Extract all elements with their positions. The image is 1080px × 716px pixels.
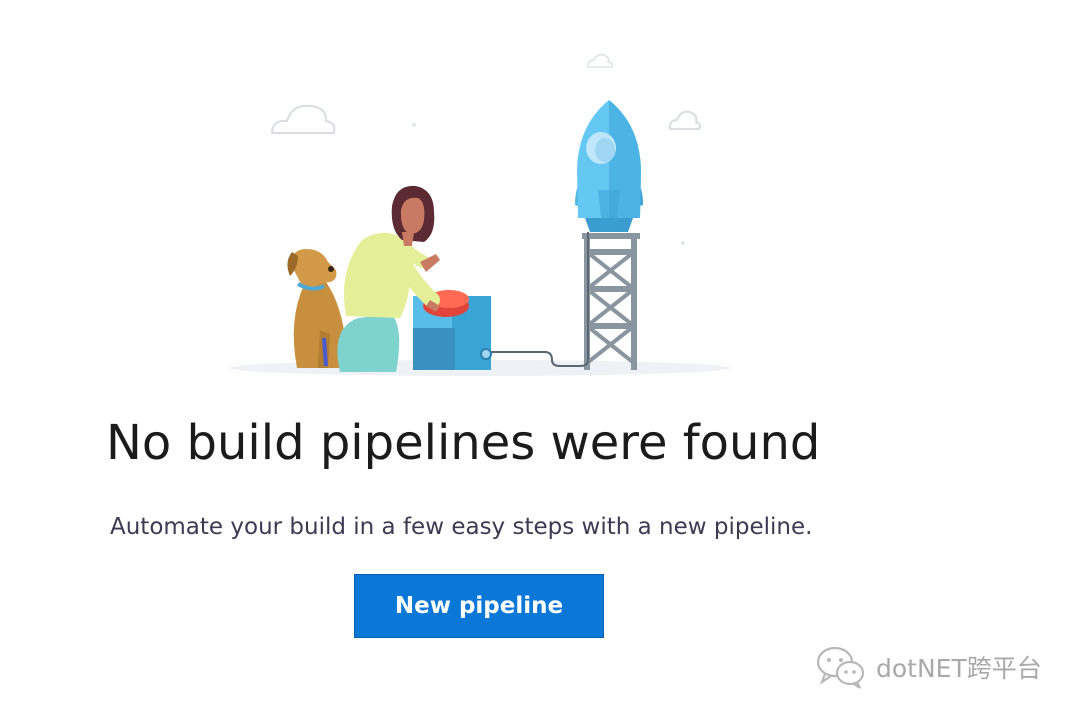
- watermark: dotNET跨平台: [814, 643, 1042, 691]
- cloud-icon: [668, 110, 701, 130]
- rocket-icon: [575, 100, 643, 232]
- empty-state-description: Automate your build in a few easy steps …: [110, 514, 813, 540]
- detonator-cable: [490, 232, 589, 367]
- watermark-text: dotNET跨平台: [876, 654, 1042, 683]
- wechat-icon: [816, 646, 865, 689]
- cloud-icon: [270, 104, 336, 134]
- rocket-launch-illustration: [230, 53, 730, 376]
- cloud-icon: [587, 53, 614, 68]
- new-pipeline-button[interactable]: New pipeline: [354, 574, 604, 638]
- page-title: No build pipelines were found: [106, 415, 821, 471]
